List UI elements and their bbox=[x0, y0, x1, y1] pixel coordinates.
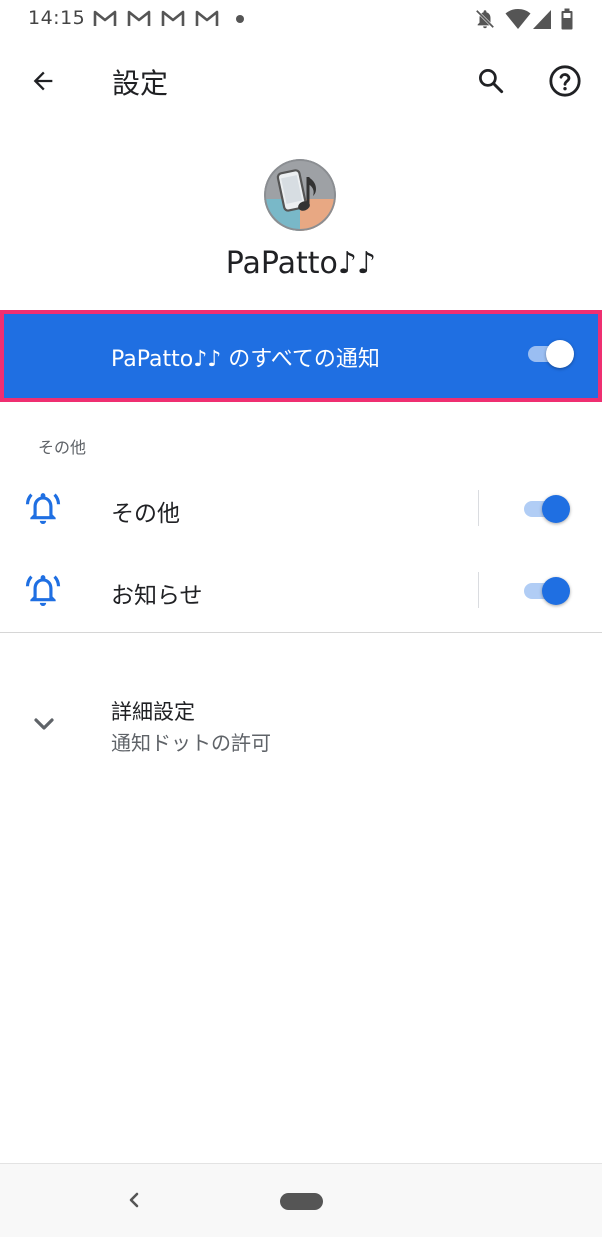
divider bbox=[0, 632, 602, 633]
nav-back-icon[interactable] bbox=[122, 1187, 146, 1213]
help-button[interactable] bbox=[544, 60, 586, 102]
advanced-settings-summary: 通知ドットの許可 bbox=[111, 731, 271, 755]
page-title: 設定 bbox=[112, 67, 169, 100]
all-notifications-label: PaPatto♪♪ のすべての通知 bbox=[111, 347, 380, 372]
search-button[interactable] bbox=[470, 60, 512, 102]
search-icon bbox=[479, 69, 504, 94]
help-icon bbox=[549, 65, 581, 97]
home-pill-icon[interactable] bbox=[280, 1193, 323, 1210]
status-bar: 14:15 bbox=[0, 0, 602, 38]
gmail-icon bbox=[161, 10, 185, 26]
notifications-off-icon bbox=[475, 9, 495, 29]
back-button[interactable] bbox=[22, 60, 64, 102]
switch-thumb bbox=[546, 340, 574, 368]
switch-thumb bbox=[542, 577, 570, 605]
section-header-other: その他 bbox=[38, 438, 87, 457]
channel-label: お知らせ bbox=[111, 583, 203, 609]
divider bbox=[478, 572, 479, 608]
status-time: 14:15 bbox=[28, 7, 86, 29]
cellular-icon bbox=[533, 10, 551, 29]
back-arrow-icon bbox=[33, 71, 53, 91]
all-notifications-switch[interactable] bbox=[524, 336, 576, 372]
bell-ringing-icon bbox=[25, 493, 61, 525]
channel-label: その他 bbox=[111, 501, 180, 527]
battery-icon bbox=[561, 8, 573, 30]
advanced-settings-title: 詳細設定 bbox=[111, 700, 195, 724]
navigation-bar bbox=[0, 1163, 602, 1237]
divider bbox=[478, 490, 479, 526]
app-name: PaPatto♪♪ bbox=[225, 246, 377, 281]
channel-row-announcements[interactable]: お知らせ bbox=[0, 550, 602, 632]
channel-switch-other[interactable] bbox=[520, 491, 572, 527]
channel-row-other[interactable]: その他 bbox=[0, 468, 602, 550]
chevron-down-icon bbox=[34, 718, 54, 730]
bell-ringing-icon bbox=[25, 575, 61, 607]
papatto-app-icon bbox=[264, 159, 336, 231]
wifi-icon bbox=[505, 9, 531, 29]
advanced-settings-row[interactable]: 詳細設定 通知ドットの許可 bbox=[0, 684, 602, 760]
switch-thumb bbox=[542, 495, 570, 523]
app-bar: 設定 bbox=[0, 40, 602, 122]
gmail-icon bbox=[93, 10, 117, 26]
gmail-icon bbox=[195, 10, 219, 26]
all-notifications-toggle-row[interactable]: PaPatto♪♪ のすべての通知 bbox=[0, 310, 602, 402]
gmail-icon bbox=[127, 10, 151, 26]
channel-switch-announcements[interactable] bbox=[520, 573, 572, 609]
dot-icon bbox=[236, 15, 244, 23]
